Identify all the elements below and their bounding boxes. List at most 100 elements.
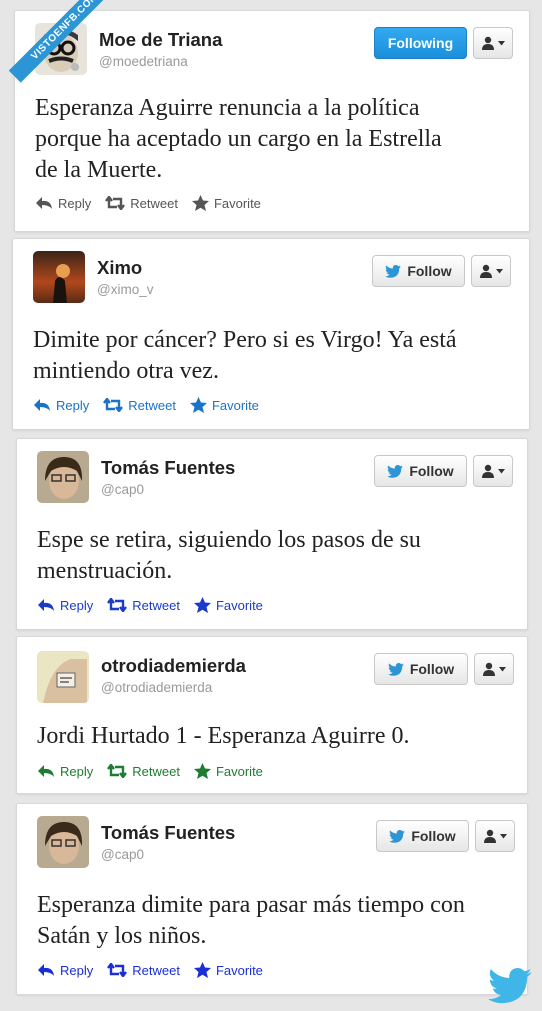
reply-action[interactable]: Reply: [37, 598, 93, 613]
retweet-action[interactable]: Retweet: [107, 598, 180, 613]
favorite-label: Favorite: [215, 962, 263, 978]
avatar[interactable]: [37, 816, 89, 868]
reply-action[interactable]: Reply: [37, 764, 93, 779]
favorite-action[interactable]: Favorite: [189, 397, 259, 413]
retweet-icon: [103, 398, 124, 412]
tweet-actions: Reply Retweet Favorite: [37, 962, 263, 978]
following-button[interactable]: Following: [374, 27, 467, 59]
reply-arrow-icon: [38, 599, 54, 611]
tweet-line: Dimite por cáncer? Pero si es Virgo! Ya …: [33, 327, 457, 353]
user-menu-icon: [483, 662, 495, 676]
tweet-actions: Reply Retweet Favorite: [37, 763, 263, 779]
star-icon: [189, 397, 207, 413]
tweet-card: Ximo @ximo_v Follow Dimite por cáncer? P…: [12, 238, 530, 430]
twitter-bird-icon: [387, 464, 404, 478]
avatar[interactable]: [37, 651, 89, 703]
tweet-actions: Reply Retweet Favorite: [35, 195, 261, 211]
follow-button-label: Follow: [409, 463, 454, 479]
retweet-label: Retweet: [130, 195, 178, 211]
user-name[interactable]: Tomás Fuentes: [101, 822, 235, 844]
tweet-text: Jordi Hurtado 1 - Esperanza Aguirre 0.: [37, 721, 410, 752]
tweet-text: Esperanza Aguirre renuncia a la política…: [35, 93, 442, 186]
retweet-icon: [107, 764, 128, 778]
tweet-line: porque ha aceptado un cargo en la Estrel…: [35, 126, 442, 152]
twitter-bird-icon: [387, 662, 404, 676]
tweet-text: Esperanza dimite para pasar más tiempo c…: [37, 890, 465, 952]
user-handle[interactable]: @ximo_v: [97, 282, 153, 297]
reply-arrow-icon: [36, 197, 52, 209]
tweet-actions: Reply Retweet Favorite: [33, 397, 259, 413]
user-menu-button[interactable]: [473, 27, 513, 59]
favorite-label: Favorite: [213, 195, 261, 211]
user-handle[interactable]: @cap0: [101, 847, 144, 862]
tweet-actions: Reply Retweet Favorite: [37, 597, 263, 613]
follow-button-label: Following: [387, 35, 454, 51]
star-icon: [193, 962, 211, 978]
favorite-label: Favorite: [215, 597, 263, 613]
user-menu-icon: [482, 464, 494, 478]
user-handle[interactable]: @cap0: [101, 482, 144, 497]
tweet-line: Satán y los niños.: [37, 923, 207, 949]
favorite-action[interactable]: Favorite: [191, 195, 261, 211]
tweet-line: Esperanza Aguirre renuncia a la política: [35, 95, 420, 121]
user-menu-icon: [482, 36, 494, 50]
follow-button[interactable]: Follow: [372, 255, 465, 287]
retweet-action[interactable]: Retweet: [103, 398, 176, 413]
user-menu-button[interactable]: [471, 255, 511, 287]
favorite-action[interactable]: Favorite: [193, 763, 263, 779]
user-menu-icon: [480, 264, 492, 278]
user-handle[interactable]: @otrodiademierda: [101, 680, 212, 695]
chevron-down-icon: [496, 268, 503, 273]
follow-button-label: Follow: [409, 661, 455, 677]
follow-button-label: Follow: [407, 263, 452, 279]
chevron-down-icon: [500, 833, 507, 838]
reply-action[interactable]: Reply: [35, 196, 91, 211]
favorite-action[interactable]: Favorite: [193, 962, 263, 978]
star-icon: [193, 763, 211, 779]
user-name[interactable]: Ximo: [97, 257, 142, 279]
user-name[interactable]: otrodiademierda: [101, 655, 246, 677]
tweet-line: Espe se retira, siguiendo los pasos de s…: [37, 527, 421, 553]
tweet-text: Dimite por cáncer? Pero si es Virgo! Ya …: [33, 325, 457, 387]
retweet-label: Retweet: [132, 962, 180, 978]
reply-action[interactable]: Reply: [33, 398, 89, 413]
follow-button[interactable]: Follow: [374, 455, 467, 487]
chevron-down-icon: [498, 40, 505, 45]
tweet-line: Jordi Hurtado 1 - Esperanza Aguirre 0.: [37, 723, 410, 749]
user-menu-button[interactable]: [475, 820, 515, 852]
follow-button[interactable]: Follow: [374, 653, 468, 685]
user-menu-button[interactable]: [473, 455, 513, 487]
avatar[interactable]: [37, 451, 89, 503]
user-name[interactable]: Tomás Fuentes: [101, 457, 235, 479]
reply-action[interactable]: Reply: [37, 963, 93, 978]
retweet-icon: [107, 598, 128, 612]
favorite-label: Favorite: [211, 397, 259, 413]
user-handle[interactable]: @moedetriana: [99, 54, 188, 69]
reply-label: Reply: [56, 397, 90, 413]
user-menu-button[interactable]: [474, 653, 514, 685]
reply-arrow-icon: [34, 399, 50, 411]
follow-button[interactable]: Follow: [376, 820, 469, 852]
retweet-action[interactable]: Retweet: [107, 963, 180, 978]
avatar[interactable]: [33, 251, 85, 303]
tweet-line: de la Muerte.: [35, 157, 163, 183]
reply-label: Reply: [60, 962, 94, 978]
retweet-label: Retweet: [132, 763, 180, 779]
retweet-action[interactable]: Retweet: [107, 764, 180, 779]
favorite-action[interactable]: Favorite: [193, 597, 263, 613]
reply-arrow-icon: [38, 765, 54, 777]
tweet-card: Moe de Triana @moedetriana Following Esp…: [14, 10, 530, 232]
reply-label: Reply: [60, 597, 94, 613]
user-menu-icon: [484, 829, 496, 843]
reply-label: Reply: [58, 195, 92, 211]
reply-arrow-icon: [38, 964, 54, 976]
twitter-bird-icon: [385, 264, 402, 278]
star-icon: [191, 195, 209, 211]
star-icon: [193, 597, 211, 613]
user-name[interactable]: Moe de Triana: [99, 29, 222, 51]
retweet-action[interactable]: Retweet: [105, 196, 178, 211]
reply-label: Reply: [60, 763, 94, 779]
tweet-card: otrodiademierda @otrodiademierda Follow …: [16, 636, 528, 794]
retweet-label: Retweet: [132, 597, 180, 613]
favorite-label: Favorite: [215, 763, 263, 779]
